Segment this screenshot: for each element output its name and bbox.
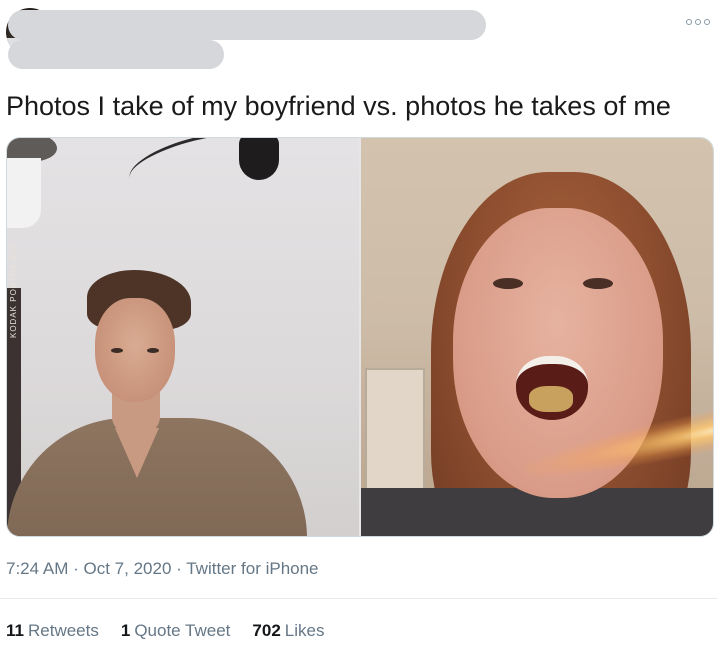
tweet-stats: 11 Retweets 1 Quote Tweet 702 Likes xyxy=(6,621,324,641)
quote-tweets-stat[interactable]: 1 Quote Tweet xyxy=(121,621,231,641)
photo-girlfriend[interactable] xyxy=(361,138,713,536)
photo-boyfriend[interactable]: KODAK PORTRA 400 xyxy=(7,138,359,536)
film-label: KODAK PORTRA 400 xyxy=(9,243,18,338)
tweet-media: KODAK PORTRA 400 xyxy=(6,137,714,537)
tweet-time[interactable]: 7:24 AM xyxy=(6,559,68,578)
divider xyxy=(0,598,717,599)
likes-stat[interactable]: 702 Likes xyxy=(252,621,324,641)
tweet-metadata: 7:24 AM · Oct 7, 2020 · Twitter for iPho… xyxy=(6,559,319,579)
tweet-header xyxy=(0,0,717,72)
redacted-username xyxy=(8,40,224,69)
tweet-date[interactable]: Oct 7, 2020 xyxy=(84,559,172,578)
meta-separator: · xyxy=(73,559,79,578)
tweet-source[interactable]: Twitter for iPhone xyxy=(186,559,318,578)
more-options-icon[interactable] xyxy=(685,16,711,28)
retweets-stat[interactable]: 11 Retweets xyxy=(6,621,99,641)
redacted-display-name xyxy=(8,10,486,40)
tweet-text: Photos I take of my boyfriend vs. photos… xyxy=(6,91,671,121)
boyfriend-face xyxy=(95,298,175,402)
meta-separator: · xyxy=(176,559,182,578)
lamp xyxy=(239,138,279,180)
